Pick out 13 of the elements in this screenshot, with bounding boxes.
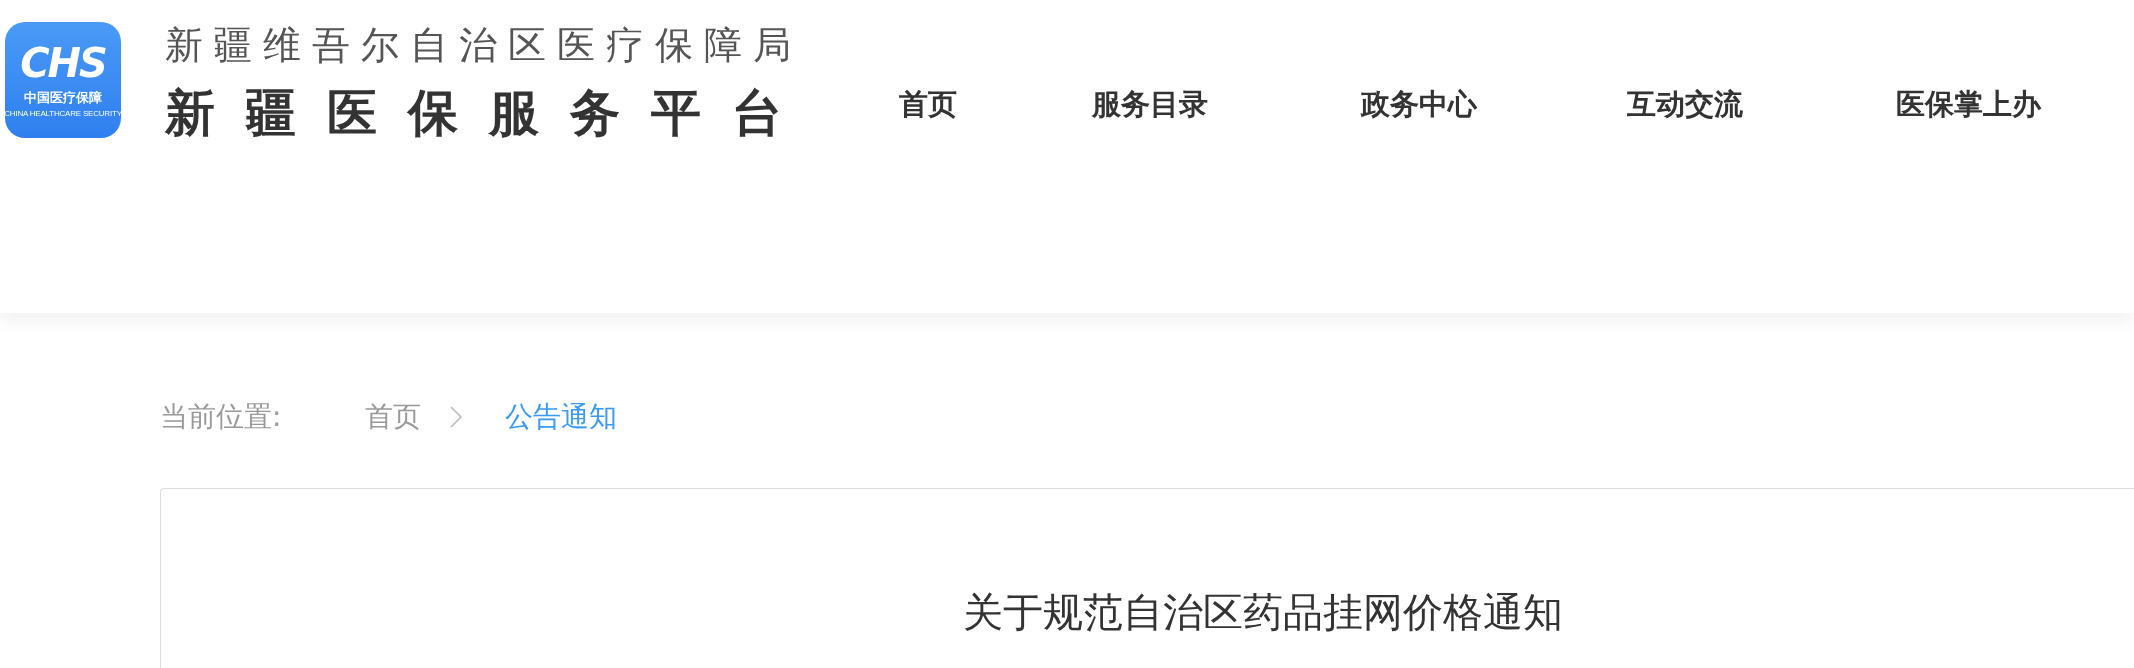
agency-name: 新疆维吾尔自治区医疗保障局 <box>165 26 803 64</box>
article-title: 关于规范自治区药品挂网价格通知 <box>962 588 1563 637</box>
nav-link[interactable]: 政务中心 <box>1361 85 1627 125</box>
logo-subtitle: CHINA HEALTHCARE SECURITY <box>4 108 122 118</box>
nav-link[interactable]: 首页 <box>899 85 1092 125</box>
logo-name: 中国医疗保障 <box>24 88 102 107</box>
platform-title: 新疆医保服务平台 <box>165 88 813 138</box>
breadcrumb-label: 当前位置: <box>160 399 282 435</box>
chevron-right-icon <box>449 405 464 429</box>
nav-link[interactable]: 互动交流 <box>1627 85 1896 125</box>
nav-link[interactable]: 医保掌上办 <box>1896 85 2096 125</box>
logo-mark: CHS <box>20 42 106 83</box>
nav-link[interactable]: 服务目录 <box>1092 85 1361 125</box>
